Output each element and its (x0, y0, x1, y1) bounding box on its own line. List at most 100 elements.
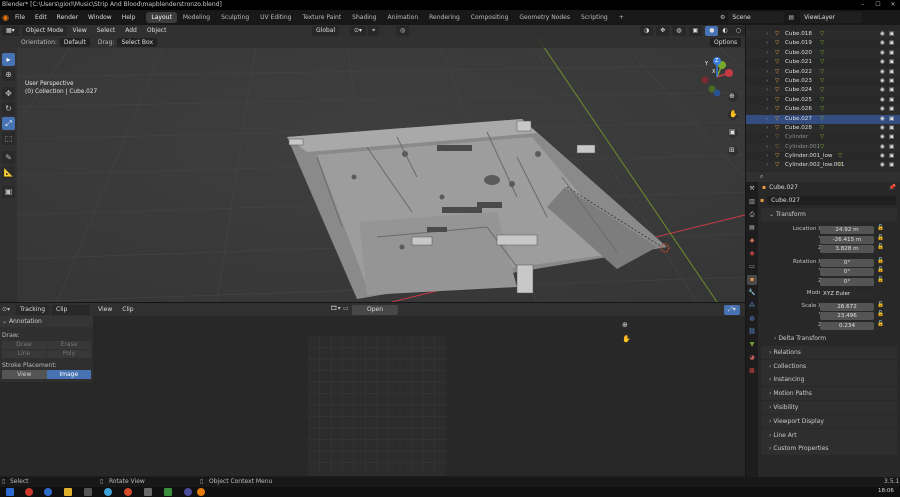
placement-image-button[interactable]: Image (46, 370, 91, 379)
visibility-eye-icon[interactable]: ◉ (880, 115, 885, 124)
lock-icon[interactable]: 🔓 (877, 225, 884, 231)
expand-arrow-icon[interactable]: › (766, 77, 768, 86)
editor-type-button[interactable]: ▦▾ (2, 26, 19, 36)
options-dropdown[interactable]: Options (710, 38, 742, 47)
lock-icon[interactable]: 🔓 (877, 302, 884, 308)
particles-tab-icon[interactable]: ⁂ (747, 301, 757, 311)
expand-arrow-icon[interactable]: › (766, 30, 768, 39)
visibility-eye-icon[interactable]: ◉ (880, 39, 885, 48)
section-relations[interactable]: › Relations (761, 345, 897, 359)
camera-render-icon[interactable]: ▣ (889, 124, 894, 133)
section-motion-paths[interactable]: › Motion Paths (761, 387, 897, 401)
clip-zoom-icon[interactable]: ⊕ (622, 321, 628, 329)
viewport-menu-select[interactable]: Select (92, 25, 121, 37)
outliner-row[interactable]: › ▽ Cube.019 ▽ ◉ ▣ (746, 39, 900, 48)
outliner-row[interactable]: › ▽ Cube.028 ▽ ◉ ▣ (746, 123, 900, 134)
camera-render-icon[interactable]: ▣ (889, 143, 894, 152)
rotation-y-field[interactable]: 0° (820, 268, 874, 276)
pivot-icon[interactable]: ⊙▾ (350, 26, 367, 36)
camera-render-icon[interactable]: ▣ (889, 58, 894, 67)
world-tab-icon[interactable]: ◉ (747, 249, 757, 259)
camera-render-icon[interactable]: ▣ (889, 68, 894, 77)
properties-search-icon[interactable]: ⌕ (760, 173, 763, 181)
camera-render-icon[interactable]: ▣ (889, 96, 894, 105)
physics-tab-icon[interactable]: ◍ (747, 314, 757, 324)
grid-icon[interactable]: ⊞ (729, 146, 735, 154)
viewport-menu-object[interactable]: Object (142, 25, 172, 37)
visibility-eye-icon[interactable]: ◉ (880, 152, 885, 161)
gizmo-toggle-icon[interactable]: ✥ (656, 26, 670, 36)
expand-arrow-icon[interactable]: › (766, 39, 768, 48)
blender-logo-icon[interactable]: ◉ (2, 13, 10, 22)
app-icon[interactable] (44, 488, 52, 496)
folder-icon[interactable]: ▭ (343, 305, 349, 312)
app-icon[interactable] (184, 488, 192, 496)
expand-arrow-icon[interactable]: › (766, 124, 768, 133)
app-icon[interactable] (164, 488, 172, 496)
maximize-icon[interactable]: ☐ (871, 0, 885, 10)
outliner-row[interactable]: › ▽ Cylinder.001 ▽ ◉ ▣ (746, 142, 900, 153)
expand-arrow-icon[interactable]: › (766, 105, 768, 114)
tool-tab-icon[interactable]: ⚒ (747, 184, 757, 194)
visibility-eye-icon[interactable]: ◉ (880, 133, 885, 142)
delta-transform-header[interactable]: › Delta Transform (760, 333, 900, 345)
rotation-z-field[interactable]: 0° (820, 277, 874, 286)
tab-texture-paint[interactable]: Texture Paint (297, 12, 346, 23)
lock-icon[interactable]: 🔓 (877, 258, 884, 264)
proportional-edit-icon[interactable]: ◎ (396, 26, 410, 36)
data-tab-icon[interactable]: ▼ (747, 340, 757, 350)
clip-gizmo-toggle-icon[interactable]: ⤢▾ (724, 304, 740, 315)
location-x-field[interactable]: 24.92 m (820, 226, 874, 234)
clip-editor-area[interactable]: ⊕ ✋ ⌄ Annotation Draw: Draw Erase Line P… (0, 316, 745, 476)
menu-file[interactable]: File (10, 10, 30, 25)
lock-icon[interactable]: 🔓 (877, 267, 884, 273)
camera-render-icon[interactable]: ▣ (889, 161, 894, 170)
scene-field[interactable]: Scene (728, 12, 785, 23)
transform-orientation-dropdown[interactable]: Global (312, 26, 340, 36)
pin-icon[interactable]: 📌 (889, 184, 896, 191)
lock-icon[interactable]: 🔓 (877, 277, 884, 283)
constraints-tab-icon[interactable]: ⛓ (747, 327, 757, 337)
camera-render-icon[interactable]: ▣ (889, 30, 894, 39)
render-tab-icon[interactable]: ▥ (747, 197, 757, 207)
tab-sculpting[interactable]: Sculpting (216, 12, 254, 23)
texture-tab-icon[interactable]: ▩ (747, 366, 757, 376)
select-box-tool-icon[interactable]: ▸ (2, 53, 15, 66)
clip-menu-view[interactable]: View (93, 303, 117, 316)
expand-arrow-icon[interactable]: › (766, 152, 768, 161)
outliner-row[interactable]: › ▽ Cube.026 ▽ ◉ ▣ (746, 105, 900, 115)
menu-help[interactable]: Help (117, 10, 141, 25)
outliner-row[interactable]: › ▽ Cube.024 ▽ ◉ ▣ (746, 86, 900, 96)
output-tab-icon[interactable]: ⎙ (747, 210, 757, 220)
tab-compositing[interactable]: Compositing (466, 12, 514, 23)
open-clip-button[interactable]: Open (352, 304, 398, 315)
minimize-icon[interactable]: – (856, 0, 870, 10)
mode-dropdown[interactable]: Object Mode (21, 26, 68, 36)
camera-render-icon[interactable]: ▣ (889, 152, 894, 161)
rotate-tool-icon[interactable]: ↻ (2, 102, 15, 115)
expand-arrow-icon[interactable]: › (766, 58, 768, 67)
scale-y-field[interactable]: 23.496 (820, 312, 874, 320)
visibility-eye-icon[interactable]: ◉ (880, 96, 885, 105)
draw-tool-button[interactable]: Draw (2, 341, 46, 349)
camera-render-icon[interactable]: ▣ (889, 105, 894, 114)
lock-icon[interactable]: 🔓 (877, 244, 884, 250)
visibility-eye-icon[interactable]: ◉ (880, 86, 885, 95)
camera-icon[interactable]: ▣ (729, 128, 736, 136)
rendered-shading-icon[interactable]: ○ (731, 26, 745, 36)
scale-z-field[interactable]: 0.234 (820, 321, 874, 330)
blender-taskbar-icon[interactable] (197, 488, 205, 496)
visibility-eye-icon[interactable]: ◉ (880, 161, 885, 170)
visibility-eye-icon[interactable]: ◉ (880, 124, 885, 133)
outliner-row[interactable]: › ▽ Cube.018 ▽ ◉ ▣ (746, 30, 900, 40)
clip-menu-clip[interactable]: Clip (117, 303, 138, 316)
app-icon[interactable] (104, 488, 112, 496)
annotate-tool-icon[interactable]: ✎ (2, 151, 15, 164)
section-collections[interactable]: › Collections (761, 359, 897, 373)
move-tool-icon[interactable]: ✥ (2, 87, 15, 100)
visibility-eye-icon[interactable]: ◉ (880, 105, 885, 114)
expand-arrow-icon[interactable]: › (766, 161, 768, 170)
folder-app-icon[interactable] (64, 488, 72, 496)
visibility-icon[interactable]: ◑ (640, 26, 654, 36)
outliner-row[interactable]: › ▽ Cube.020 ▽ ◉ ▣ (746, 48, 900, 59)
